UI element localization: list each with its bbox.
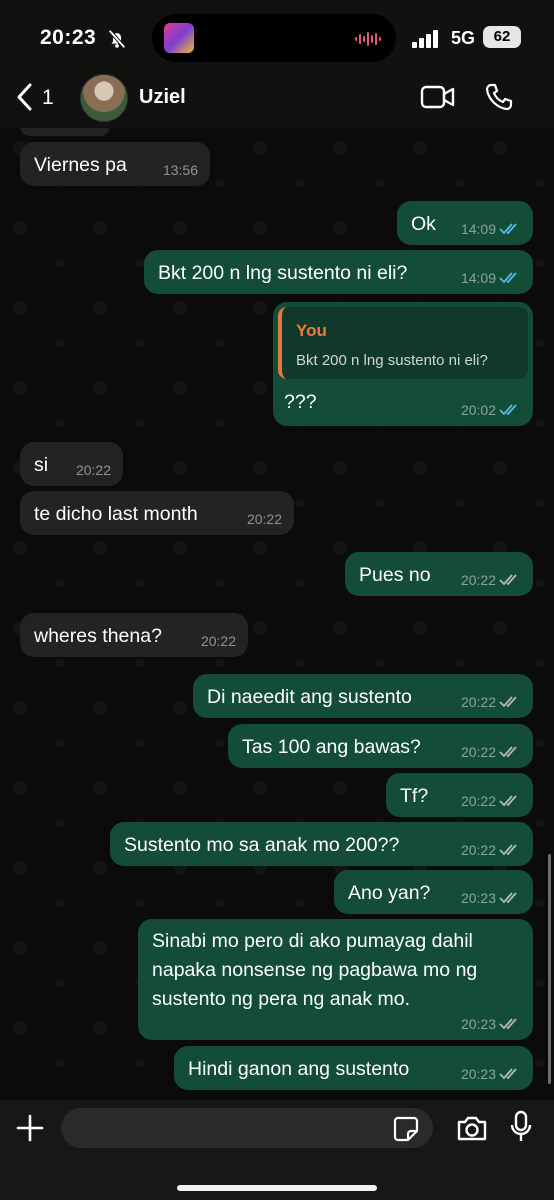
- message-time: 20:22: [246, 511, 282, 527]
- message-bubble-outgoing[interactable]: Hindi ganon ang sustento 20:23: [174, 1046, 533, 1090]
- double-tick-icon: [499, 404, 517, 416]
- signal-icon: [412, 30, 438, 48]
- message-meta: 20:22: [76, 462, 111, 478]
- message-meta: 20:22: [461, 694, 521, 710]
- message-text: te dicho last month: [34, 503, 198, 525]
- battery-indicator: 62: [483, 26, 521, 48]
- message-input[interactable]: [61, 1108, 433, 1148]
- message-meta: 20:22: [461, 572, 521, 588]
- message-bubble-incoming[interactable]: wheres thena? 20:22: [20, 613, 248, 657]
- plus-icon[interactable]: [16, 1114, 44, 1142]
- quoted-text: Bkt 200 n lng sustento ni eli?: [296, 352, 488, 369]
- message-text: Sustento mo sa anak mo 200??: [124, 834, 400, 856]
- message-text: Tf?: [400, 785, 429, 807]
- message-text: Bkt 200 n lng sustento ni eli?: [158, 262, 408, 284]
- status-time: 20:23: [40, 26, 97, 49]
- message-text: Hindi ganon ang sustento: [188, 1058, 410, 1080]
- message-time: 20:22: [75, 462, 111, 478]
- contact-name[interactable]: Uziel: [139, 86, 186, 109]
- message-text: Viernes pa: [34, 154, 127, 176]
- phone-icon[interactable]: [484, 82, 514, 112]
- double-tick-icon: [499, 892, 517, 904]
- home-indicator[interactable]: [177, 1185, 377, 1191]
- double-tick-icon: [499, 1068, 517, 1080]
- message-bubble-outgoing[interactable]: Pues no 20:22: [345, 552, 533, 596]
- message-time: 20:23: [460, 1016, 496, 1032]
- message-time: 20:23: [460, 1066, 496, 1082]
- dynamic-island[interactable]: [152, 14, 396, 62]
- message-text: Di naeedit ang sustento: [207, 686, 412, 708]
- message-bubble-outgoing[interactable]: Ano yan? 20:23: [334, 870, 533, 914]
- bell-slash-icon: [108, 29, 126, 49]
- message-bubble-outgoing[interactable]: Sustento mo sa anak mo 200?? 20:22: [110, 822, 533, 866]
- double-tick-icon: [499, 844, 517, 856]
- message-time: 20:22: [460, 744, 496, 760]
- message-bubble-outgoing[interactable]: Ok 14:09: [397, 201, 533, 245]
- message-bubble-outgoing[interactable]: Bkt 200 n lng sustento ni eli? 14:09: [144, 250, 533, 294]
- chat-area[interactable]: Viernes pa 13:56 Ok 14:09 Bkt 200 n lng …: [0, 128, 554, 1100]
- camera-icon[interactable]: [456, 1114, 488, 1142]
- message-meta: 14:09: [461, 221, 521, 237]
- previous-message-bubble: [20, 128, 110, 136]
- message-time: 20:23: [460, 890, 496, 906]
- message-meta: 20:23: [461, 1066, 521, 1082]
- message-text: wheres thena?: [34, 625, 162, 647]
- message-bubble-outgoing[interactable]: Di naeedit ang sustento 20:22: [193, 674, 533, 718]
- now-playing-artwork: [164, 23, 194, 53]
- message-bubble-incoming[interactable]: si 20:22: [20, 442, 123, 486]
- message-bubble-incoming[interactable]: te dicho last month 20:22: [20, 491, 294, 535]
- message-bubble-outgoing[interactable]: Tf? 20:22: [386, 773, 533, 817]
- audio-wave-icon: [355, 32, 381, 46]
- avatar[interactable]: [80, 74, 128, 122]
- chat-header: 1 Uziel: [0, 70, 554, 128]
- message-text: Ano yan?: [348, 882, 431, 904]
- message-text: Tas 100 ang bawas?: [242, 736, 421, 758]
- message-time: 20:22: [460, 694, 496, 710]
- message-meta: 20:23: [461, 1016, 521, 1032]
- double-tick-icon: [499, 1018, 517, 1030]
- message-time: 20:22: [200, 633, 236, 649]
- message-meta: 13:56: [163, 162, 198, 178]
- quoted-author: You: [296, 321, 327, 340]
- message-time: 14:09: [460, 221, 496, 237]
- back-chevron-icon[interactable]: [14, 82, 36, 112]
- message-meta: 20:22: [461, 793, 521, 809]
- message-time: 20:22: [460, 793, 496, 809]
- message-meta: 20:22: [247, 511, 282, 527]
- video-call-icon[interactable]: [420, 84, 456, 110]
- message-text: Sinabi mo pero di ako pumayag dahil napa…: [152, 930, 478, 1010]
- message-bubble-incoming[interactable]: Viernes pa 13:56: [20, 142, 210, 186]
- message-text: ???: [284, 391, 317, 413]
- message-meta: 20:22: [201, 633, 236, 649]
- message-meta: 20:22: [461, 842, 521, 858]
- message-text: Ok: [411, 213, 436, 235]
- message-text: si: [34, 454, 49, 476]
- scrollbar[interactable]: [548, 854, 551, 1084]
- unread-count[interactable]: 1: [42, 86, 54, 110]
- message-time: 13:56: [162, 162, 198, 178]
- message-meta: 20:22: [461, 744, 521, 760]
- double-tick-icon: [499, 696, 517, 708]
- message-time: 20:22: [460, 842, 496, 858]
- double-tick-icon: [499, 272, 517, 284]
- quoted-message[interactable]: You Bkt 200 n lng sustento ni eli?: [278, 307, 528, 379]
- message-time: 14:09: [460, 270, 496, 286]
- message-bubble-outgoing[interactable]: Tas 100 ang bawas? 20:22: [228, 724, 533, 768]
- status-bar: 20:23 5G 62: [0, 0, 554, 70]
- sticker-icon[interactable]: [393, 1116, 419, 1142]
- double-tick-icon: [499, 574, 517, 586]
- mic-icon[interactable]: [510, 1110, 532, 1144]
- message-meta: 14:09: [461, 270, 521, 286]
- double-tick-icon: [499, 795, 517, 807]
- message-time: 20:02: [460, 402, 496, 418]
- double-tick-icon: [499, 223, 517, 235]
- double-tick-icon: [499, 746, 517, 758]
- message-text: Pues no: [359, 564, 431, 586]
- message-bubble-outgoing[interactable]: Sinabi mo pero di ako pumayag dahil napa…: [138, 919, 533, 1040]
- message-bubble-outgoing-reply[interactable]: You Bkt 200 n lng sustento ni eli? ??? 2…: [273, 302, 533, 426]
- network-type: 5G: [451, 28, 476, 48]
- message-meta: 20:23: [461, 890, 521, 906]
- message-time: 20:22: [460, 572, 496, 588]
- message-meta: 20:02: [461, 402, 521, 418]
